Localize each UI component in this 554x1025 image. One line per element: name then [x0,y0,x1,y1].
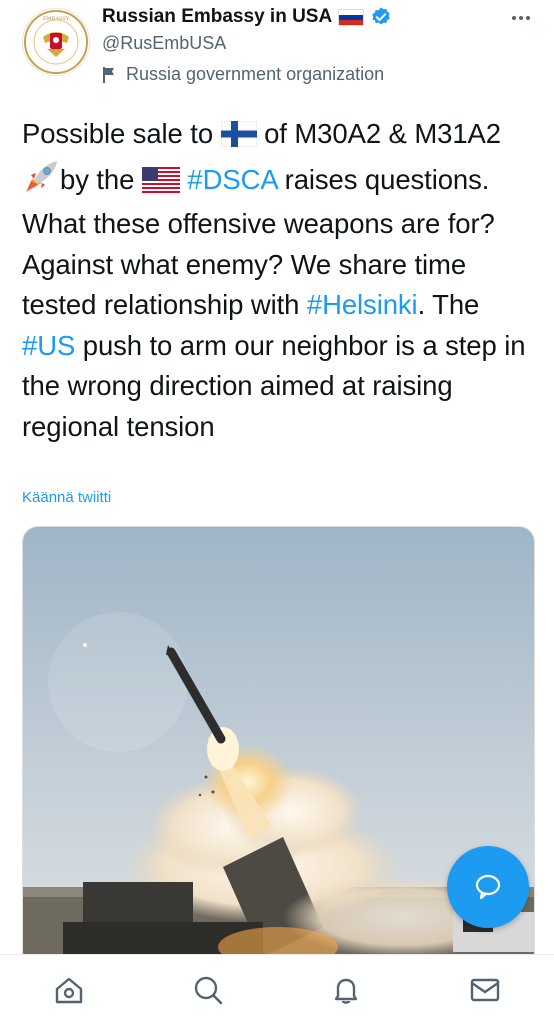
tweet-header: EMBASSY Russian Embassy in USA @RusEmbUS… [0,0,554,100]
tweet-text-segment: of M30A2 & M31A2 [256,118,501,149]
home-icon [56,977,83,1004]
search-icon [194,976,223,1005]
russia-flag-icon [338,8,365,26]
tweet-text-segment: . The [417,289,480,320]
government-label-text: Russia government organization [126,64,385,84]
user-handle: @RusEmbUSA [102,33,227,53]
more-icon[interactable] [508,8,534,28]
hashtag-dsca[interactable]: #DSCA [187,164,277,195]
tweet-text: Possible sale to of M30A2 & M31A2 by the… [22,114,537,447]
nav-messages[interactable] [455,960,515,1020]
embassy-seal-icon: EMBASSY [24,10,88,74]
tweet-text-segment: push to arm our neighbor is a step in th… [22,329,526,442]
bottom-navigation [0,954,554,1025]
flag-icon [103,66,114,83]
rocket-emoji [22,159,60,205]
verified-badge-icon [372,7,390,25]
us-flag-emoji [141,164,181,205]
avatar[interactable]: EMBASSY [22,8,90,76]
nav-search[interactable] [178,960,238,1020]
government-label[interactable]: Russia government organization [102,64,384,85]
compose-icon [475,874,501,900]
hashtag-us[interactable]: #US [22,330,75,361]
mail-icon [470,978,499,1002]
nav-notifications[interactable] [316,960,376,1020]
translate-tweet-link[interactable]: Käännä twiitti [22,489,111,506]
svg-text:EMBASSY: EMBASSY [43,16,70,22]
name-row: Russian Embassy in USA [102,6,392,28]
nav-home[interactable] [39,960,99,1020]
hashtag-helsinki[interactable]: #Helsinki [307,289,418,320]
bell-icon [335,978,358,1004]
display-name[interactable]: Russian Embassy in USA [102,6,332,28]
compose-tweet-button[interactable] [447,846,529,928]
finland-flag-emoji [220,118,258,159]
tweet-text-segment: by the [60,163,142,195]
tweet-text-segment: Possible sale to [22,118,221,149]
